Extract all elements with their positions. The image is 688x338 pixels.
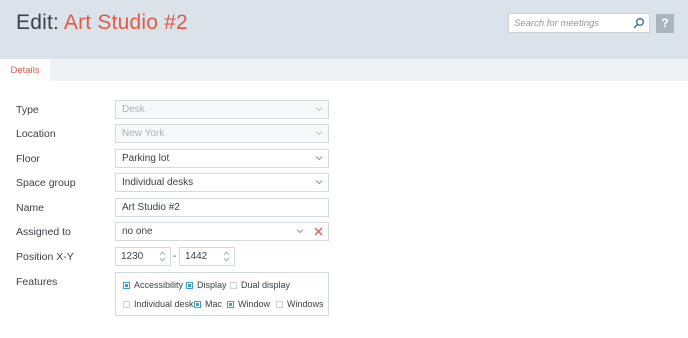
- position-y-input[interactable]: 1442: [179, 247, 235, 266]
- feature-label: Windows: [287, 299, 324, 309]
- chevron-down-icon[interactable]: [315, 179, 323, 185]
- checkbox-unchecked[interactable]: [123, 301, 130, 308]
- position-x-input[interactable]: 1230: [115, 247, 171, 266]
- feature-individual-desk[interactable]: Individual desk: [123, 299, 194, 309]
- location-label: Location: [16, 128, 56, 140]
- position-x-value: 1230: [121, 251, 144, 262]
- assigned-to-value: no one: [122, 226, 153, 237]
- position-label: Position X-Y: [16, 251, 74, 263]
- close-icon[interactable]: [314, 227, 323, 236]
- feature-accessibility[interactable]: Accessibility: [123, 280, 183, 290]
- checkbox-checked[interactable]: [186, 282, 193, 289]
- search-input[interactable]: [509, 14, 629, 32]
- stepper-icon[interactable]: [223, 250, 230, 263]
- tab-details[interactable]: Details: [0, 59, 50, 81]
- checkbox-checked[interactable]: [194, 301, 201, 308]
- feature-window[interactable]: Window: [227, 299, 270, 309]
- type-select: Desk: [115, 100, 329, 119]
- search-box: [508, 13, 650, 33]
- checkbox-unchecked[interactable]: [276, 301, 283, 308]
- feature-dual-display[interactable]: Dual display: [230, 280, 290, 290]
- feature-display[interactable]: Display: [186, 280, 227, 290]
- page-header: Edit: Art Studio #2 ?: [0, 0, 688, 59]
- floor-value: Parking lot: [122, 153, 170, 164]
- feature-label: Dual display: [241, 280, 291, 290]
- checkbox-checked[interactable]: [123, 282, 130, 289]
- chevron-down-icon[interactable]: [315, 155, 323, 161]
- stepper-icon[interactable]: [159, 250, 166, 263]
- page-title: Edit: Art Studio #2: [16, 11, 188, 35]
- floor-select[interactable]: Parking lot: [115, 149, 329, 168]
- page-title-prefix: Edit:: [16, 11, 64, 34]
- feature-label: Display: [197, 280, 227, 290]
- space-group-label: Space group: [16, 177, 76, 189]
- features-box: Accessibility Display Dual display Indiv…: [115, 272, 329, 316]
- chevron-down-icon: [315, 107, 323, 112]
- position-separator: -: [173, 251, 177, 262]
- checkbox-checked[interactable]: [227, 301, 234, 308]
- features-label: Features: [16, 276, 58, 288]
- position-y-value: 1442: [185, 251, 208, 262]
- name-input[interactable]: Art Studio #2: [115, 198, 329, 217]
- chevron-down-icon: [315, 131, 323, 136]
- checkbox-unchecked[interactable]: [230, 282, 237, 289]
- chevron-down-icon[interactable]: [296, 228, 304, 234]
- name-value: Art Studio #2: [122, 202, 180, 213]
- tab-bar: Details: [0, 59, 688, 81]
- feature-label: Window: [238, 299, 271, 309]
- space-group-select[interactable]: Individual desks: [115, 173, 329, 192]
- help-button[interactable]: ?: [656, 14, 674, 33]
- page-title-name: Art Studio #2: [63, 11, 188, 34]
- assigned-to-select[interactable]: no one: [115, 222, 329, 241]
- search-icon[interactable]: [633, 17, 645, 29]
- assigned-to-label: Assigned to: [16, 226, 71, 238]
- floor-label: Floor: [16, 153, 40, 165]
- feature-label: Accessibility: [134, 280, 184, 290]
- feature-label: Mac: [205, 299, 223, 309]
- feature-label: Individual desk: [134, 299, 194, 309]
- type-label: Type: [16, 104, 39, 116]
- location-value: New York: [122, 128, 165, 139]
- name-label: Name: [16, 202, 45, 214]
- feature-mac[interactable]: Mac: [194, 299, 222, 309]
- location-select: New York: [115, 124, 329, 143]
- type-value: Desk: [122, 104, 145, 115]
- space-group-value: Individual desks: [122, 177, 194, 188]
- feature-windows[interactable]: Windows: [276, 299, 324, 309]
